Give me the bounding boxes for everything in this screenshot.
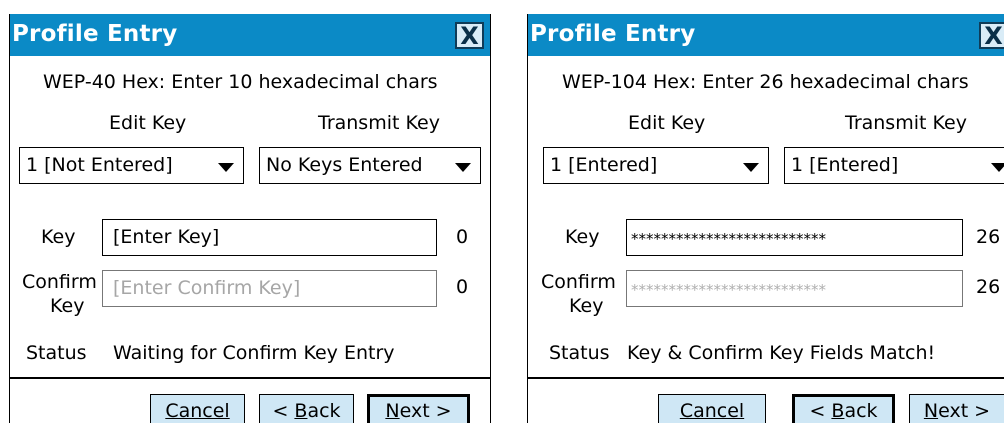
profile-entry-window-1: Profile Entry X WEP-40 Hex: Enter 10 hex… — [9, 14, 491, 423]
next-button[interactable]: Next > — [367, 394, 470, 423]
key-input-value: [Enter Key] — [113, 226, 220, 248]
edit-key-dropdown[interactable]: 1 [Not Entered] — [19, 147, 244, 184]
edit-key-value: 1 [Not Entered] — [26, 154, 173, 176]
back-prefix: < — [809, 400, 832, 422]
next-label: ext > — [399, 400, 452, 422]
confirm-key-label-line2: Key — [50, 295, 85, 317]
confirm-key-placeholder: [Enter Confirm Key] — [113, 277, 301, 299]
back-mnemonic: B — [831, 400, 845, 422]
key-input[interactable]: ************************** — [626, 219, 963, 256]
key-input-value: ************************** — [631, 230, 826, 248]
cancel-label: Cancel — [679, 400, 745, 422]
chevron-down-icon — [455, 163, 471, 172]
key-char-count: 26 — [976, 226, 1001, 248]
status-message: Waiting for Confirm Key Entry — [113, 342, 395, 364]
edit-key-value: 1 [Entered] — [550, 154, 658, 176]
key-label: Key — [565, 226, 600, 248]
transmit-key-dropdown[interactable]: No Keys Entered — [259, 147, 481, 184]
cancel-label: Cancel — [165, 400, 230, 422]
transmit-key-label: Transmit Key — [845, 112, 967, 134]
transmit-key-value: No Keys Entered — [266, 154, 423, 176]
close-icon[interactable]: X — [455, 22, 484, 49]
back-button[interactable]: < Back — [259, 394, 354, 423]
transmit-key-label: Transmit Key — [318, 112, 440, 134]
title-bar: Profile Entry X — [10, 14, 490, 56]
next-label: ext > — [938, 400, 991, 422]
transmit-key-value: 1 [Entered] — [791, 154, 899, 176]
encryption-header: WEP-104 Hex: Enter 26 hexadecimal chars — [562, 71, 969, 93]
next-button[interactable]: Next > — [909, 394, 1004, 423]
edit-key-label: Edit Key — [628, 112, 706, 134]
window-title: Profile Entry — [530, 21, 696, 47]
status-message: Key & Confirm Key Fields Match! — [627, 342, 936, 364]
divider — [10, 377, 490, 379]
cancel-button[interactable]: Cancel — [658, 394, 766, 423]
encryption-header: WEP-40 Hex: Enter 10 hexadecimal chars — [43, 71, 438, 93]
confirm-key-label: Confirm — [22, 271, 97, 293]
profile-entry-window-2: Profile Entry X WEP-104 Hex: Enter 26 he… — [527, 14, 1004, 423]
confirm-key-char-count: 0 — [456, 276, 469, 298]
key-char-count: 0 — [456, 226, 469, 248]
confirm-key-input-value: ************************** — [631, 281, 826, 299]
chevron-down-icon — [991, 163, 1004, 172]
next-mnemonic: N — [385, 400, 400, 422]
status-label: Status — [26, 342, 87, 364]
status-label: Status — [549, 342, 610, 364]
title-bar: Profile Entry X — [528, 14, 1004, 56]
confirm-key-label-line2: Key — [569, 295, 604, 317]
confirm-key-input[interactable]: ************************** — [626, 270, 963, 307]
chevron-down-icon — [743, 163, 759, 172]
transmit-key-dropdown[interactable]: 1 [Entered] — [784, 147, 1004, 184]
key-label: Key — [41, 226, 76, 248]
edit-key-label: Edit Key — [109, 112, 187, 134]
next-mnemonic: N — [923, 400, 939, 422]
confirm-key-char-count: 26 — [976, 276, 1001, 298]
confirm-key-input[interactable]: [Enter Confirm Key] — [102, 270, 437, 307]
back-label: ack — [307, 400, 341, 422]
confirm-key-label: Confirm — [541, 271, 616, 293]
chevron-down-icon — [218, 163, 234, 172]
edit-key-dropdown[interactable]: 1 [Entered] — [543, 147, 769, 184]
window-title: Profile Entry — [12, 21, 178, 47]
back-mnemonic: B — [294, 400, 308, 422]
back-prefix: < — [272, 400, 295, 422]
divider — [528, 377, 1004, 379]
back-button[interactable]: < Back — [792, 394, 895, 423]
close-icon[interactable]: X — [979, 22, 1004, 49]
cancel-button[interactable]: Cancel — [150, 394, 245, 423]
key-input[interactable]: [Enter Key] — [102, 219, 437, 256]
back-label: ack — [844, 400, 878, 422]
